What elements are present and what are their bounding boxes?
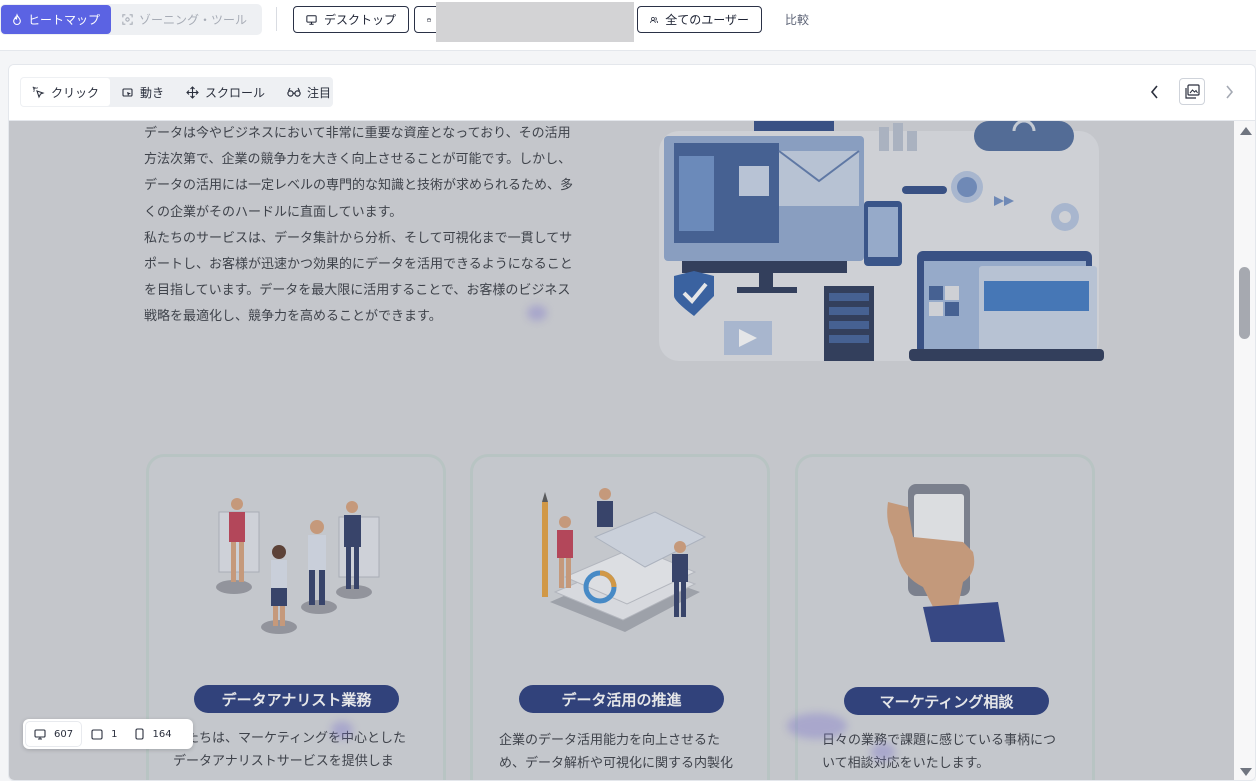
card-text-line: 私たちは、マーケティングを中心とした bbox=[173, 731, 406, 746]
desktop-device-label: デスクトップ bbox=[323, 13, 396, 27]
zoning-tool-label: ゾーニング・ツール bbox=[138, 13, 247, 27]
smartphone-icon bbox=[135, 728, 145, 740]
flame-icon bbox=[13, 13, 21, 25]
viewport-scrollbar[interactable] bbox=[1234, 121, 1255, 780]
cursor-click-icon bbox=[32, 85, 45, 98]
heatmap-panel: クリック 動き スクロール 注目 データは今やビジネスにおいて非常に重要な資産と… bbox=[8, 64, 1256, 781]
intro-line: 私たちのサービスは、データ集計から分析、そして可視化まで一貫してサ bbox=[144, 230, 573, 246]
desktop-device-button[interactable]: デスクトップ bbox=[293, 6, 409, 33]
device-desktop[interactable]: 607 bbox=[26, 722, 82, 746]
intro-line: 方法次第で、企業の競争力を大きく向上させることが可能です。しかし、 bbox=[144, 152, 572, 168]
focus-frame-icon bbox=[122, 14, 133, 25]
calendar-icon bbox=[427, 17, 431, 22]
card-text-line: め、データ解析や可視化に関する内製化 bbox=[499, 756, 734, 771]
mouse-move-icon bbox=[122, 87, 133, 97]
tab-click-label: クリック bbox=[51, 85, 100, 100]
card-text-line: 日々の業務で課題に感じている事柄につ bbox=[822, 733, 1057, 748]
analyst-team-illustration bbox=[216, 498, 380, 634]
device-count-bar: 607 1 164 bbox=[23, 719, 193, 749]
intro-line: くの企業がそのハードルに直面しています。 bbox=[144, 204, 403, 220]
tab-attention[interactable]: 注目 bbox=[276, 78, 342, 106]
data-documents-illustration bbox=[542, 488, 707, 632]
tab-click[interactable]: クリック bbox=[21, 78, 111, 106]
device-desktop-count: 607 bbox=[54, 728, 74, 740]
intro-line: ポートし、お客様が迅速かつ効果的にデータを活用できるようになること bbox=[144, 257, 573, 273]
scrollbar-thumb[interactable] bbox=[1239, 267, 1250, 339]
service-card-data-utilization: データ活用の推進 企業のデータ活用能力を向上させるた め、データ解析や可視化に関… bbox=[470, 454, 770, 780]
next-button[interactable] bbox=[1219, 81, 1239, 103]
monitor-icon bbox=[34, 728, 46, 740]
screenshot-button[interactable] bbox=[1179, 78, 1205, 105]
user-segment-label: 全てのユーザー bbox=[665, 13, 749, 27]
card-description: 企業のデータ活用能力を向上させるた め、データ解析や可視化に関する内製化 bbox=[499, 729, 749, 775]
heat-spot bbox=[787, 713, 847, 739]
heat-spot bbox=[527, 305, 547, 321]
chevron-left-icon bbox=[1150, 85, 1158, 99]
user-segment-button[interactable]: 全てのユーザー bbox=[637, 6, 762, 33]
card-description: 日々の業務で課題に感じている事柄につ いて相談対応をいたします。 bbox=[822, 729, 1072, 775]
monitor-icon bbox=[306, 14, 317, 25]
tab-scroll[interactable]: スクロール bbox=[175, 78, 276, 106]
tablet-icon bbox=[91, 728, 103, 740]
data-devices-illustration bbox=[659, 121, 1104, 361]
smartphone-hand-illustration bbox=[887, 484, 1005, 642]
card-title: データアナリスト業務 bbox=[194, 685, 399, 713]
image-stack-icon bbox=[1184, 84, 1200, 99]
scroll-down-arrow-icon[interactable] bbox=[1240, 768, 1252, 776]
scroll-arrows-icon bbox=[186, 85, 199, 99]
tab-attention-label: 注目 bbox=[307, 85, 332, 100]
heat-spot bbox=[331, 721, 353, 739]
scroll-up-arrow-icon[interactable] bbox=[1240, 127, 1252, 135]
previous-button[interactable] bbox=[1145, 81, 1165, 103]
compare-link[interactable]: 比較 bbox=[785, 11, 809, 28]
zoning-tool-button[interactable]: ゾーニング・ツール bbox=[111, 5, 258, 34]
card-text-line: データアナリストサービスを提供しま bbox=[173, 754, 394, 769]
heatmap-viewport[interactable]: データは今やビジネスにおいて非常に重要な資産となっており、その活用 方法次第で、… bbox=[9, 121, 1234, 780]
device-mobile[interactable]: 164 bbox=[127, 722, 179, 746]
intro-line: を目指しています。データを最大限に活用することで、お客様のビジネス bbox=[144, 283, 571, 299]
device-mobile-count: 164 bbox=[152, 728, 172, 740]
intro-line: 戦略を最適化し、競争力を高めることができます。 bbox=[144, 309, 442, 325]
mode-switch: ヒートマップ ゾーニング・ツール bbox=[0, 4, 262, 35]
heatmap-mode-label: ヒートマップ bbox=[27, 13, 100, 27]
card-title: マーケティング相談 bbox=[844, 687, 1049, 715]
intro-line: データの活用には一定レベルの専門的な知識と技術が求められるため、多 bbox=[144, 178, 574, 194]
intro-line: データは今やビジネスにおいて非常に重要な資産となっており、その活用 bbox=[144, 126, 571, 141]
card-text-line: 企業のデータ活用能力を向上させるた bbox=[499, 733, 721, 748]
tab-move-label: 動き bbox=[140, 85, 165, 100]
card-title: データ活用の推進 bbox=[519, 685, 724, 713]
chevron-right-icon bbox=[1226, 85, 1234, 99]
intro-paragraph: データは今やビジネスにおいて非常に重要な資産となっており、その活用 方法次第で、… bbox=[144, 121, 584, 331]
tab-move[interactable]: 動き bbox=[110, 78, 175, 106]
glasses-icon bbox=[287, 87, 301, 97]
card-text-line: いて相談対応をいたします。 bbox=[822, 756, 990, 771]
device-tablet-count: 1 bbox=[111, 728, 118, 740]
heatmap-toolbar: クリック 動き スクロール 注目 bbox=[9, 65, 1255, 121]
heat-spot bbox=[871, 743, 895, 761]
divider bbox=[276, 7, 277, 31]
redacted-region bbox=[436, 2, 634, 42]
top-bar: ヒートマップ ゾーニング・ツール デスクトップ 全てのユーザー 比較 bbox=[0, 0, 1256, 51]
device-tablet[interactable]: 1 bbox=[83, 722, 125, 746]
users-icon bbox=[650, 16, 658, 23]
metric-tabs: クリック 動き スクロール 注目 bbox=[20, 77, 333, 107]
heatmap-mode-button[interactable]: ヒートマップ bbox=[1, 5, 111, 34]
tab-scroll-label: スクロール bbox=[205, 85, 266, 100]
card-description: 私たちは、マーケティングを中心とした データアナリストサービスを提供しま bbox=[173, 727, 423, 773]
